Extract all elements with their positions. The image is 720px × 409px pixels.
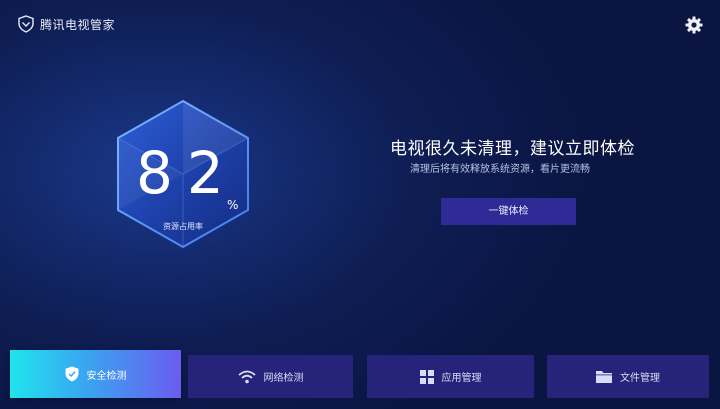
subline: 清理后将有效释放系统资源，看片更流畅 [410,164,590,175]
tab-app-management[interactable]: 应用管理 [367,355,534,398]
usage-score: 82 [136,139,238,207]
shield-logo-icon [18,15,34,33]
bottom-tab-bar: 安全检测 网络检测 应用管理 文件管理 [0,350,720,409]
top-bar: 腾讯电视管家 [0,0,720,50]
grid-icon [419,369,434,384]
folder-icon [596,370,612,383]
wifi-icon [237,370,256,383]
tab-network-check[interactable]: 网络检测 [188,355,353,398]
gear-icon[interactable] [684,15,704,35]
tab-label: 网络检测 [263,373,304,384]
tab-security-check[interactable]: 安全检测 [10,350,181,398]
tab-label: 应用管理 [441,373,482,384]
resource-usage-gauge: 82 % 资源占用率 [112,98,254,250]
headline: 电视很久未清理，建议立即体检 [390,139,635,159]
app-title: 腾讯电视管家 [40,18,116,32]
tab-label: 安全检测 [86,370,127,382]
shield-icon [65,366,78,382]
tab-file-management[interactable]: 文件管理 [547,355,709,398]
one-click-scan-button[interactable]: 一键体检 [441,198,576,225]
usage-unit: % [227,198,239,212]
tab-label: 文件管理 [620,373,660,384]
usage-label: 资源占用率 [163,222,203,231]
